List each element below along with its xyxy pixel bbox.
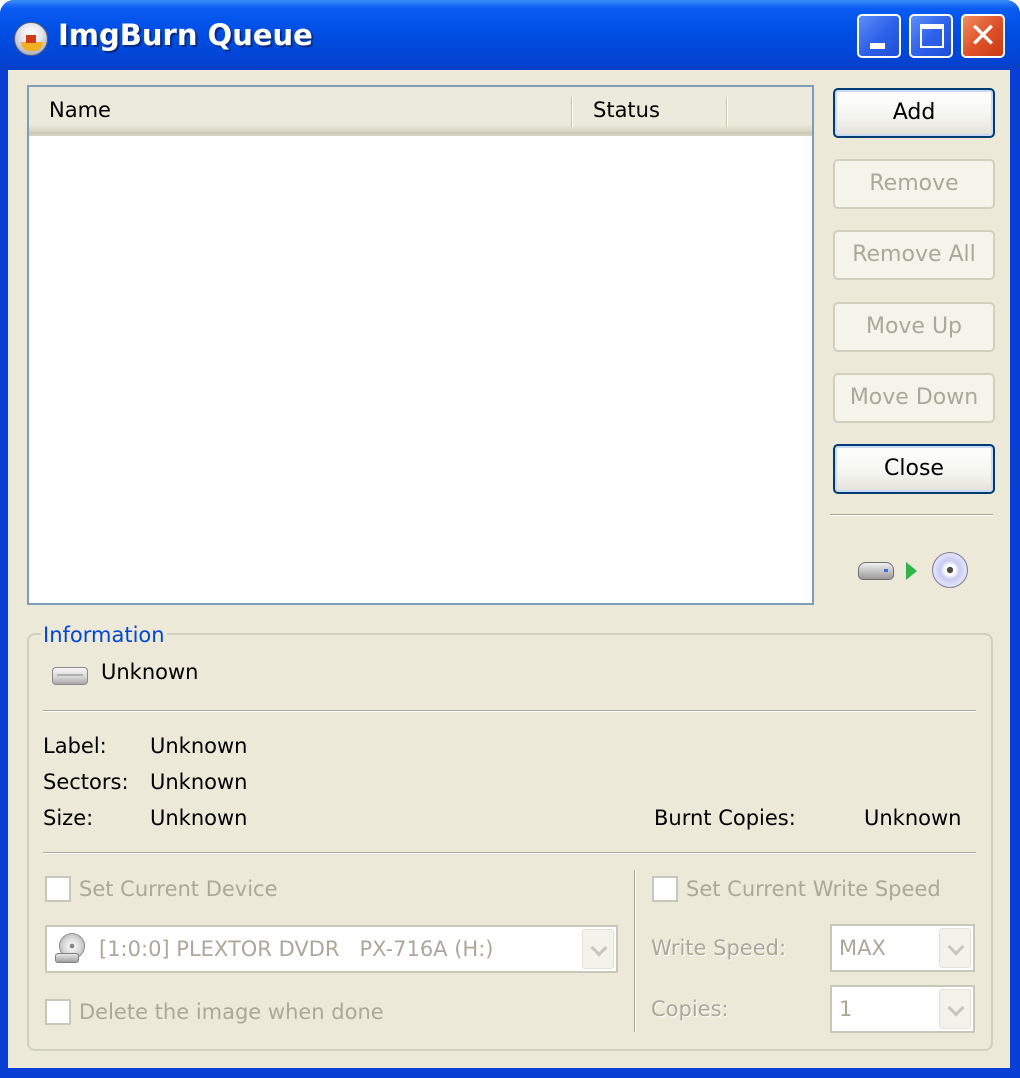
chevron-down-icon[interactable] [939,928,971,968]
set-current-device-checkbox[interactable]: Set Current Device [45,876,278,902]
queue-list-header: Name Status [29,87,812,136]
checkbox-box[interactable] [45,999,71,1025]
sectors-field-value: Unknown [150,770,248,794]
queue-list[interactable]: Name Status [27,85,814,605]
close-icon: ✕ [968,16,998,56]
disc-icon [932,552,968,588]
close-window-button[interactable]: ✕ [961,14,1005,58]
copies-value: 1 [839,997,853,1021]
maximize-button[interactable] [909,14,953,58]
set-current-write-speed-checkbox[interactable]: Set Current Write Speed [652,876,941,902]
minimize-button[interactable] [857,14,901,58]
optical-drive-icon [55,933,87,965]
minimize-icon [870,43,885,49]
burnt-copies-label: Burnt Copies: [654,806,796,830]
column-divider[interactable] [726,97,728,127]
maximize-icon [920,24,944,48]
title-bar[interactable]: ImgBurn Queue ✕ [0,0,1020,70]
checkbox-box[interactable] [652,876,678,902]
divider [830,514,993,516]
size-field-value: Unknown [150,806,248,830]
column-header-name[interactable]: Name [29,87,573,133]
move-up-button[interactable]: Move Up [833,302,995,352]
sectors-field-label: Sectors: [43,770,129,794]
remove-all-button[interactable]: Remove All [833,230,995,280]
device-dropdown[interactable]: [1:0:0] PLEXTOR DVDR PX-716A (H:) [45,925,618,973]
dialog-client-area: Name Status Add Remove Remove All Move U… [8,70,1010,1068]
set-current-write-speed-label: Set Current Write Speed [686,877,941,901]
write-speed-dropdown[interactable]: MAX [830,924,975,972]
chevron-down-icon[interactable] [582,929,614,969]
remove-button[interactable]: Remove [833,159,995,209]
size-field-label: Size: [43,806,94,830]
copies-label: Copies: [651,997,729,1021]
imgburn-app-icon [14,22,48,56]
column-header-status[interactable]: Status [573,87,729,133]
image-name: Unknown [101,660,199,684]
close-button[interactable]: Close [833,444,995,494]
move-down-button[interactable]: Move Down [833,373,995,423]
divider [43,710,976,712]
arrow-right-icon [906,562,917,580]
delete-image-label: Delete the image when done [79,1000,384,1024]
copies-dropdown[interactable]: 1 [830,985,975,1033]
write-speed-label: Write Speed: [651,936,787,960]
drive-icon [858,562,894,580]
chevron-down-icon[interactable] [939,989,971,1029]
information-group-title: Information [41,623,167,647]
divider [43,852,976,854]
delete-image-checkbox[interactable]: Delete the image when done [45,999,384,1025]
imgburn-queue-window: ImgBurn Queue ✕ Name Status Add Remove R… [0,0,1020,1078]
burnt-copies-value: Unknown [864,806,962,830]
burn-flow-graphic [856,552,976,592]
vertical-divider [634,870,636,1032]
window-title: ImgBurn Queue [58,18,313,52]
label-field-label: Label: [43,734,107,758]
label-field-value: Unknown [150,734,248,758]
device-dropdown-value: [1:0:0] PLEXTOR DVDR PX-716A (H:) [99,937,494,961]
checkbox-box[interactable] [45,876,71,902]
set-current-device-label: Set Current Device [79,877,278,901]
write-speed-value: MAX [839,936,886,960]
add-button[interactable]: Add [833,88,995,138]
image-file-drive-icon [52,667,88,685]
